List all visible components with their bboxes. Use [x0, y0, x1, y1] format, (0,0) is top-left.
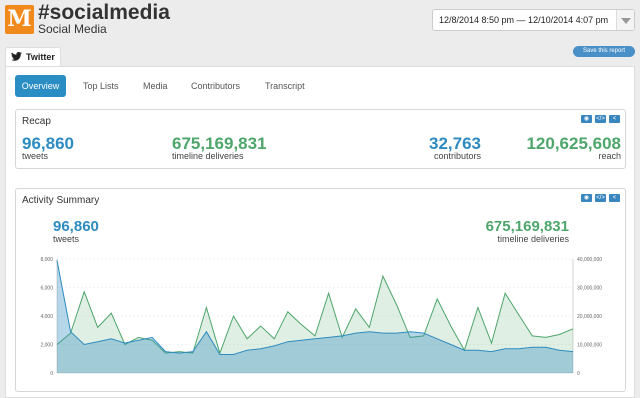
y-right-tick-label: 10,000,000 [577, 343, 602, 349]
y-left-tick-label: 2,000 [40, 343, 53, 349]
tab-twitter[interactable]: Twitter [5, 47, 61, 67]
save-report-button[interactable]: Save this report [573, 46, 635, 57]
recap-contributors-label: contributors [433, 151, 481, 161]
recap-reach-label: reach [598, 151, 621, 161]
tab-contributors[interactable]: Contributors [191, 75, 240, 97]
tab-overview[interactable]: Overview [15, 75, 66, 97]
recap-title: Recap [22, 116, 51, 127]
activity-chart: 8,000 6,000 4,000 2,000 0 40,000,000 30,000,00… [40, 257, 602, 377]
y-left-tick-label: 0 [50, 371, 53, 377]
report-body: Overview Top Lists Media Contributors Tr… [5, 66, 635, 398]
eye-icon[interactable]: ◉ [581, 115, 592, 123]
chevron-down-icon[interactable] [616, 10, 634, 30]
date-range-picker[interactable]: 12/8/2014 8:50 pm — 12/10/2014 4:07 pm [432, 9, 635, 31]
tab-transcript[interactable]: Transcript [265, 75, 305, 97]
recap-panel-icons: ◉ </> < [581, 115, 620, 123]
y-right-tick-label: 20,000,000 [577, 314, 602, 320]
tab-twitter-label: Twitter [26, 52, 55, 62]
recap-timeline-label: timeline deliveries [172, 151, 244, 161]
activity-summary-panel: Activity Summary ◉ </> < 96,860 tweets 6… [15, 188, 626, 392]
share-icon[interactable]: < [609, 115, 620, 123]
report-header: M #socialmedia Social Media 12/8/2014 8:… [0, 0, 640, 44]
y-right-tick-label: 30,000,000 [577, 286, 602, 292]
y-left-tick-label: 4,000 [40, 314, 53, 320]
tweets-series-area [57, 260, 573, 373]
tab-top-lists[interactable]: Top Lists [83, 75, 119, 97]
y-left-tick-label: 6,000 [40, 286, 53, 292]
date-range-text: 12/8/2014 8:50 pm — 12/10/2014 4:07 pm [439, 15, 609, 25]
y-right-tick-label: 0 [577, 371, 580, 377]
tab-media[interactable]: Media [143, 75, 168, 97]
recap-panel: Recap ◉ </> < 96,860 tweets 675,169,831 … [15, 109, 626, 169]
recap-tweets-label: tweets [22, 151, 49, 161]
code-icon[interactable]: </> [595, 115, 606, 123]
y-right-tick-label: 40,000,000 [577, 257, 602, 263]
brand-logo: M [5, 5, 34, 34]
twitter-bird-icon [11, 52, 22, 61]
report-subtitle: Social Media [38, 22, 107, 36]
y-left-tick-label: 8,000 [40, 257, 53, 263]
